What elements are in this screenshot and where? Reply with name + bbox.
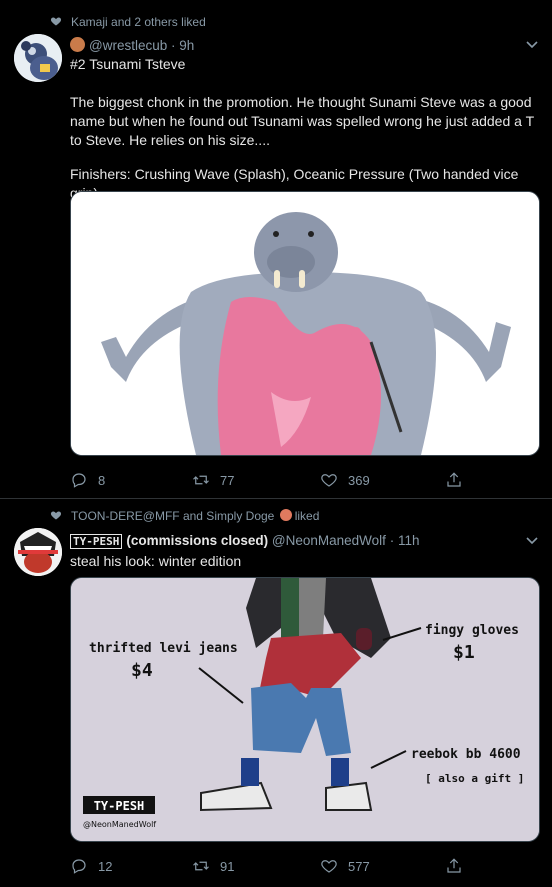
display-name-text: (commissions closed) (126, 533, 269, 548)
social-context-names: TOON-DERE@MFF and Simply Doge (71, 509, 275, 523)
jeans-price: $4 (131, 660, 153, 681)
heart-icon (321, 860, 337, 873)
heart-icon (50, 17, 62, 26)
share-icon (447, 472, 461, 487)
tweet-image[interactable]: thrifted levi jeans $4 fingy gloves $1 r… (70, 577, 540, 842)
user-handle[interactable]: @NeonManedWolf (272, 533, 386, 548)
shoes-note: [ also a gift ] (425, 772, 524, 785)
avatar[interactable] (14, 528, 62, 576)
tweet-body: steal his look: winter edition (70, 553, 242, 569)
social-context[interactable]: Kamaji and 2 others liked (71, 15, 206, 29)
like-button[interactable]: 369 (320, 470, 370, 490)
chevron-down-icon[interactable] (526, 537, 538, 545)
like-count: 369 (348, 472, 370, 488)
reply-button[interactable]: 12 (70, 856, 112, 876)
heart-icon (50, 511, 62, 520)
outfit-illustration: thrifted levi jeans $4 fingy gloves $1 r… (71, 578, 539, 841)
dog-emoji-icon (279, 509, 292, 521)
retweet-button[interactable]: 77 (192, 470, 234, 490)
retweet-button[interactable]: 91 (192, 856, 234, 876)
timestamp[interactable]: 11h (398, 533, 420, 548)
heart-icon (321, 474, 337, 487)
user-handle[interactable]: @wrestlecub (89, 38, 167, 53)
tweet-header: TY-PESH (commissions closed) @NeonManedWo… (70, 533, 420, 549)
share-button[interactable] (445, 856, 473, 876)
like-count: 577 (348, 858, 370, 874)
share-button[interactable] (445, 470, 473, 490)
social-context[interactable]: TOON-DERE@MFF and Simply Doge liked (71, 509, 319, 523)
reply-icon (72, 473, 86, 488)
logo-handle: @NeonManedWolf (83, 820, 156, 829)
chevron-down-icon[interactable] (526, 41, 538, 49)
tweet-title: #2 Tsunami Tsteve (70, 56, 186, 72)
avatar-image (14, 34, 62, 82)
tweet-header: @wrestlecub · 9h (70, 37, 194, 53)
tweet-image[interactable] (70, 191, 540, 456)
tweet[interactable]: Kamaji and 2 others liked @wrestlecub · … (0, 0, 552, 499)
reply-icon (72, 859, 86, 874)
tweet-body: The biggest chonk in the promotion. He t… (70, 94, 534, 148)
tweet-actions: 8 77 369 (70, 470, 470, 490)
tweet-actions: 12 91 577 (70, 856, 470, 876)
share-icon (447, 858, 461, 873)
bear-emoji-icon (70, 37, 85, 52)
jeans-label: thrifted levi jeans (89, 641, 238, 656)
reply-count: 8 (98, 472, 106, 488)
retweet-count: 77 (220, 472, 235, 488)
avatar-image (14, 528, 62, 576)
avatar[interactable] (14, 34, 62, 82)
gloves-price: $1 (453, 642, 475, 663)
display-name-badge: TY-PESH (70, 534, 123, 549)
shoes-label: reebok bb 4600 (411, 747, 521, 762)
social-context-suffix: liked (294, 509, 320, 523)
logo-text: TY-PESH (94, 799, 145, 813)
retweet-count: 91 (220, 858, 235, 874)
timestamp[interactable]: 9h (179, 38, 194, 53)
walrus-wrestler-illustration (71, 192, 539, 455)
tweet[interactable]: TOON-DERE@MFF and Simply Doge liked TY-P… (0, 499, 552, 887)
gloves-label: fingy gloves (425, 623, 519, 638)
retweet-icon (193, 475, 209, 485)
display-name[interactable]: TY-PESH (commissions closed) (70, 533, 269, 549)
retweet-icon (193, 861, 209, 871)
like-button[interactable]: 577 (320, 856, 370, 876)
reply-button[interactable]: 8 (70, 470, 105, 490)
reply-count: 12 (98, 858, 113, 874)
